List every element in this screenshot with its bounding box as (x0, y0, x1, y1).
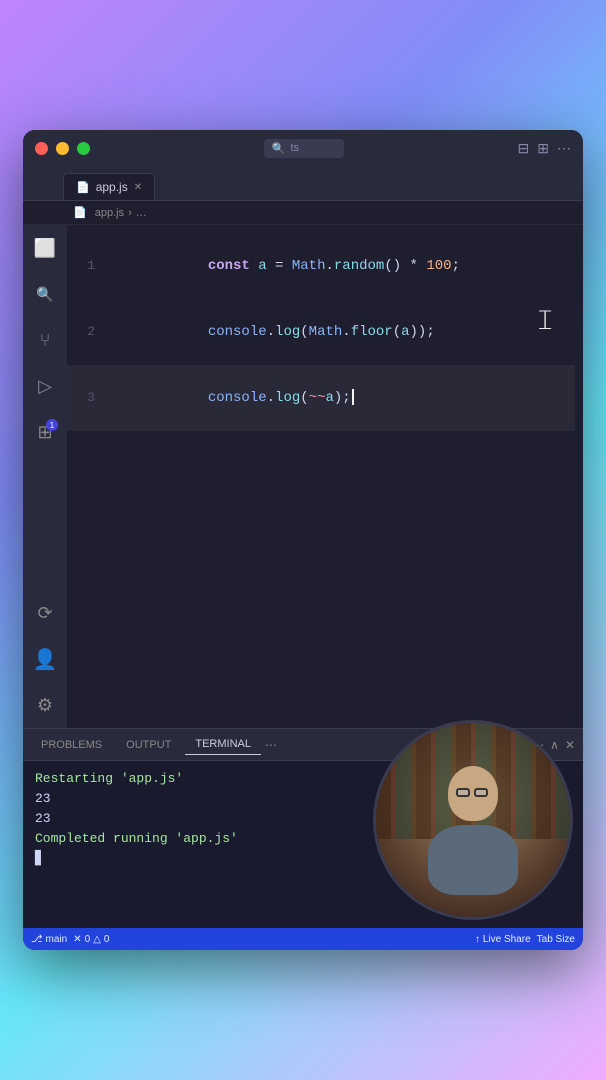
branch-name: main (46, 934, 68, 945)
more-icon[interactable]: ⋯ (557, 140, 571, 157)
activity-search[interactable]: 🔍 (30, 279, 60, 309)
person-head (448, 766, 498, 821)
remote-icon: ⟳ (37, 603, 52, 624)
search-bar[interactable]: 🔍 ts (264, 139, 344, 158)
accounts-icon: 👤 (33, 647, 58, 672)
activity-remote[interactable]: ⟳ (30, 598, 60, 628)
status-tab-size[interactable]: Tab Size (537, 934, 575, 945)
activity-source-control[interactable]: ⑂ (30, 325, 60, 355)
activity-bar: ⬜ 🔍 ⑂ ▷ ⊞ 1 ⟳ 👤 ⚙ (23, 225, 67, 728)
activity-accounts[interactable]: 👤 (30, 644, 60, 674)
person-body (428, 825, 518, 895)
activity-debug[interactable]: ▷ (30, 371, 60, 401)
breadcrumb-file: 📄 (73, 206, 87, 219)
status-bar: ⎇ main ✕ 0 △ 0 ↑ Live Share Tab Size (23, 928, 583, 950)
activity-extensions[interactable]: ⊞ 1 (30, 417, 60, 447)
tab-app-js[interactable]: 📄 app.js ✕ (63, 173, 155, 200)
panel-more-icon[interactable]: ⋯ (265, 738, 277, 752)
editor-content: 1 const a = Math.random() * 100; 2 conso… (67, 225, 575, 439)
main-area: ⬜ 🔍 ⑂ ▷ ⊞ 1 ⟳ 👤 ⚙ (23, 225, 583, 728)
vscode-window: 🔍 ts ⊟ ⊞ ⋯ 📄 app.js ✕ 📄 app.js › … ⬜ (23, 130, 583, 950)
tab-size-label: Tab Size (537, 934, 575, 945)
debug-icon: ▷ (38, 376, 52, 397)
glass-left (456, 788, 470, 797)
terminal-text-2: 23 (35, 789, 51, 809)
minimize-button[interactable] (56, 142, 69, 155)
status-errors[interactable]: ✕ 0 △ 0 (73, 934, 109, 945)
text-cursor (352, 389, 354, 405)
split-editor-icon[interactable]: ⊟ (518, 140, 530, 157)
terminal-text-4: Completed running 'app.js' (35, 829, 238, 849)
title-bar-icons: ⊟ ⊞ ⋯ (518, 140, 571, 157)
breadcrumb-filename: app.js (95, 207, 124, 219)
settings-icon: ⚙ (37, 695, 53, 716)
code-text-2: console.log(Math.floor(a)); (107, 299, 435, 365)
line-number-1: 1 (75, 255, 107, 277)
glass-right (474, 788, 488, 797)
error-count: 0 (85, 934, 91, 945)
webcam-placeholder (376, 723, 570, 917)
status-git-branch[interactable]: ⎇ main (31, 934, 67, 945)
close-button[interactable] (35, 142, 48, 155)
code-line-1: 1 const a = Math.random() * 100; (67, 233, 575, 299)
webcam-overlay (373, 720, 573, 920)
maximize-button[interactable] (77, 142, 90, 155)
status-live-share[interactable]: ↑ Live Share (475, 934, 531, 945)
mouse-cursor: 𝙸 (535, 305, 555, 337)
search-placeholder: ts (290, 142, 299, 154)
files-icon: ⬜ (34, 238, 56, 259)
git-icon: ⎇ (31, 934, 43, 945)
tab-label: app.js (96, 180, 128, 194)
layout-icon[interactable]: ⊞ (537, 140, 549, 157)
live-share-label: Live Share (483, 934, 531, 945)
warning-count: 0 (104, 934, 110, 945)
live-share-icon: ↑ (475, 934, 480, 945)
tab-terminal[interactable]: TERMINAL (185, 734, 261, 755)
activity-files[interactable]: ⬜ (30, 233, 60, 263)
person-silhouette (428, 766, 518, 895)
file-icon: 📄 (76, 181, 90, 194)
error-icon: ✕ (73, 934, 81, 945)
warning-icon: △ (93, 934, 101, 945)
terminal-text-3: 23 (35, 809, 51, 829)
line-number-3: 3 (75, 387, 107, 409)
title-bar: 🔍 ts ⊟ ⊞ ⋯ (23, 130, 583, 166)
activity-settings[interactable]: ⚙ (30, 690, 60, 720)
code-line-2: 2 console.log(Math.floor(a)); (67, 299, 575, 365)
source-control-icon: ⑂ (40, 330, 51, 351)
extensions-badge: 1 (46, 419, 58, 431)
terminal-text-1: Restarting 'app.js' (35, 769, 183, 789)
code-line-3: 3 console.log(~~a); (67, 365, 575, 431)
minimap (575, 225, 583, 728)
tab-close-button[interactable]: ✕ (134, 182, 142, 193)
editor-area[interactable]: 1 const a = Math.random() * 100; 2 conso… (67, 225, 575, 728)
search-icon: 🔍 (36, 286, 53, 303)
tab-output[interactable]: OUTPUT (116, 735, 181, 755)
code-text-1: const a = Math.random() * 100; (107, 233, 460, 299)
tab-bar: 📄 app.js ✕ (23, 166, 583, 201)
line-number-2: 2 (75, 321, 107, 343)
breadcrumb-ellipsis: … (136, 207, 147, 219)
tab-problems[interactable]: PROBLEMS (31, 735, 112, 755)
breadcrumb: 📄 app.js › … (23, 201, 583, 225)
terminal-prompt: ▊ (35, 849, 43, 869)
code-text-3: console.log(~~a); (107, 365, 354, 431)
person-glasses (456, 788, 488, 797)
search-icon: 🔍 (272, 142, 286, 155)
